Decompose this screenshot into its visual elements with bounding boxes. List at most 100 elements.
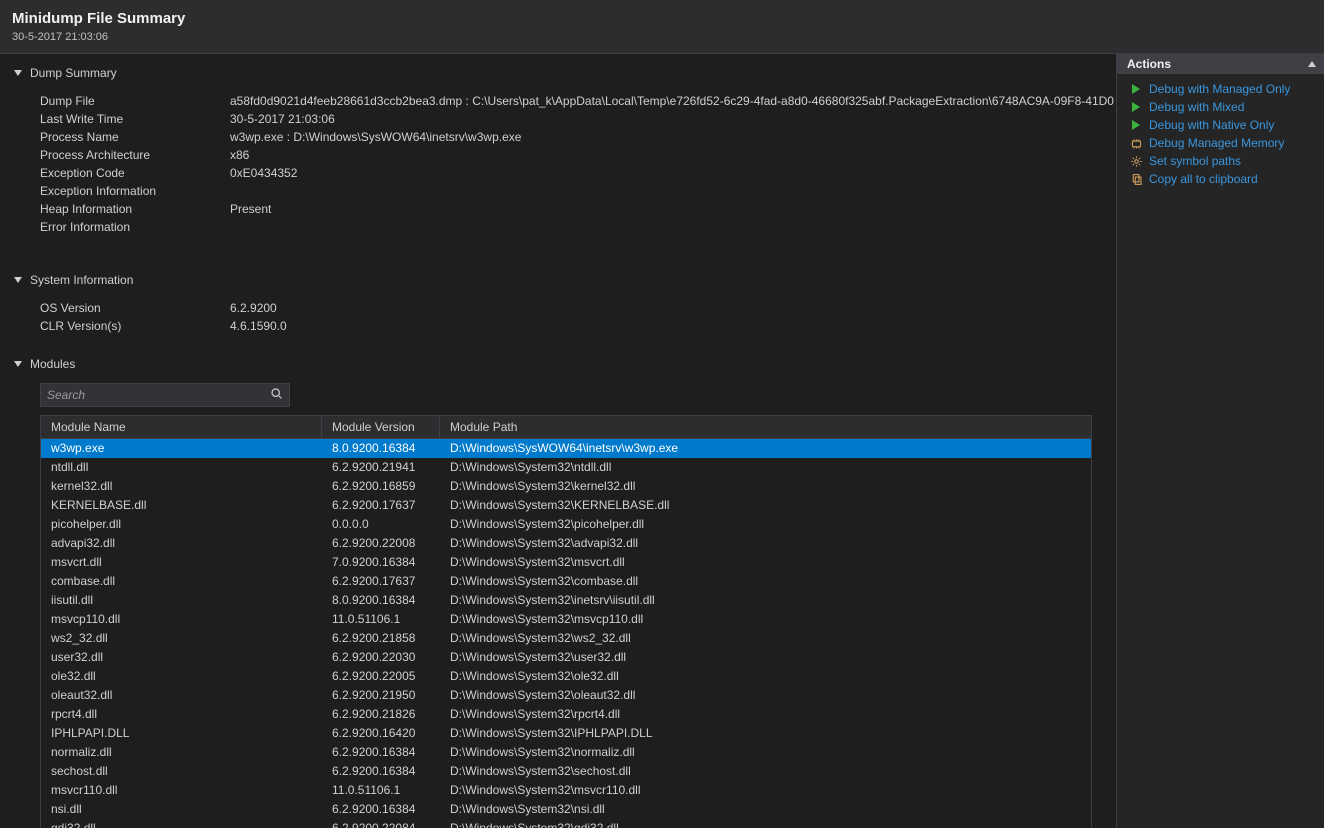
action-label: Debug with Native Only xyxy=(1149,118,1274,132)
cell-module-path: D:\Windows\System32\ole32.dll xyxy=(440,667,1091,686)
chevron-down-icon xyxy=(14,70,22,76)
memory-icon xyxy=(1129,137,1143,150)
table-row[interactable]: msvcp110.dll11.0.51106.1D:\Windows\Syste… xyxy=(41,610,1091,629)
cell-module-path: D:\Windows\System32\nsi.dll xyxy=(440,800,1091,819)
cell-module-name: IPHLPAPI.DLL xyxy=(41,724,322,743)
table-row[interactable]: oleaut32.dll6.2.9200.21950D:\Windows\Sys… xyxy=(41,686,1091,705)
table-row[interactable]: kernel32.dll6.2.9200.16859D:\Windows\Sys… xyxy=(41,477,1091,496)
cell-module-version: 6.2.9200.17637 xyxy=(322,496,440,515)
table-row[interactable]: ole32.dll6.2.9200.22005D:\Windows\System… xyxy=(41,667,1091,686)
table-row[interactable]: combase.dll6.2.9200.17637D:\Windows\Syst… xyxy=(41,572,1091,591)
table-row[interactable]: sechost.dll6.2.9200.16384D:\Windows\Syst… xyxy=(41,762,1091,781)
action-label: Debug with Mixed xyxy=(1149,100,1244,114)
section-title: Dump Summary xyxy=(30,66,117,80)
kv-row: CLR Version(s)4.6.1590.0 xyxy=(40,317,1116,335)
section-toggle-modules[interactable]: Modules xyxy=(0,353,1116,375)
cell-module-version: 6.2.9200.16384 xyxy=(322,800,440,819)
table-row[interactable]: ntdll.dll6.2.9200.21941D:\Windows\System… xyxy=(41,458,1091,477)
cell-module-path: D:\Windows\System32\IPHLPAPI.DLL xyxy=(440,724,1091,743)
kv-row: OS Version6.2.9200 xyxy=(40,299,1116,317)
cell-module-name: KERNELBASE.dll xyxy=(41,496,322,515)
kv-value: a58fd0d9021d4feeb28661d3ccb2bea3.dmp : C… xyxy=(230,92,1114,110)
action-label: Debug with Managed Only xyxy=(1149,82,1290,96)
kv-value: Present xyxy=(230,200,271,218)
cell-module-version: 6.2.9200.22030 xyxy=(322,648,440,667)
action-item[interactable]: Set symbol paths xyxy=(1117,152,1324,170)
cell-module-version: 7.0.9200.16384 xyxy=(322,553,440,572)
cell-module-name: iisutil.dll xyxy=(41,591,322,610)
actions-list: Debug with Managed Only Debug with Mixed D… xyxy=(1117,74,1324,194)
table-row[interactable]: ws2_32.dll6.2.9200.21858D:\Windows\Syste… xyxy=(41,629,1091,648)
action-label: Debug Managed Memory xyxy=(1149,136,1284,150)
section-toggle-system-info[interactable]: System Information xyxy=(0,269,1116,291)
actions-panel-header[interactable]: Actions xyxy=(1117,54,1324,74)
cell-module-name: msvcr110.dll xyxy=(41,781,322,800)
action-item[interactable]: Debug with Managed Only xyxy=(1117,80,1324,98)
kv-key: Exception Information xyxy=(40,182,230,200)
section-toggle-dump-summary[interactable]: Dump Summary xyxy=(0,62,1116,84)
kv-key: Last Write Time xyxy=(40,110,230,128)
header: Minidump File Summary 30-5-2017 21:03:06 xyxy=(0,0,1324,54)
kv-value: 4.6.1590.0 xyxy=(230,317,287,335)
kv-key: CLR Version(s) xyxy=(40,317,230,335)
action-item[interactable]: Debug with Native Only xyxy=(1117,116,1324,134)
kv-row: Exception Code0xE0434352 xyxy=(40,164,1116,182)
table-row[interactable]: gdi32.dll6.2.9200.22084D:\Windows\System… xyxy=(41,819,1091,828)
cell-module-name: ws2_32.dll xyxy=(41,629,322,648)
table-row[interactable]: msvcrt.dll7.0.9200.16384D:\Windows\Syste… xyxy=(41,553,1091,572)
action-item[interactable]: Debug Managed Memory xyxy=(1117,134,1324,152)
search-input[interactable] xyxy=(47,388,270,402)
column-header-module-path[interactable]: Module Path xyxy=(440,416,1091,438)
table-row[interactable]: picohelper.dll0.0.0.0D:\Windows\System32… xyxy=(41,515,1091,534)
cell-module-version: 8.0.9200.16384 xyxy=(322,591,440,610)
cell-module-path: D:\Windows\System32\user32.dll xyxy=(440,648,1091,667)
cell-module-path: D:\Windows\System32\KERNELBASE.dll xyxy=(440,496,1091,515)
action-item[interactable]: Copy all to clipboard xyxy=(1117,170,1324,188)
cell-module-path: D:\Windows\System32\sechost.dll xyxy=(440,762,1091,781)
table-row[interactable]: normaliz.dll6.2.9200.16384D:\Windows\Sys… xyxy=(41,743,1091,762)
cell-module-version: 6.2.9200.21950 xyxy=(322,686,440,705)
cell-module-name: oleaut32.dll xyxy=(41,686,322,705)
table-row[interactable]: iisutil.dll8.0.9200.16384D:\Windows\Syst… xyxy=(41,591,1091,610)
cell-module-name: gdi32.dll xyxy=(41,819,322,828)
cell-module-version: 0.0.0.0 xyxy=(322,515,440,534)
table-row[interactable]: w3wp.exe8.0.9200.16384D:\Windows\SysWOW6… xyxy=(41,439,1091,458)
table-row[interactable]: nsi.dll6.2.9200.16384D:\Windows\System32… xyxy=(41,800,1091,819)
header-timestamp: 30-5-2017 21:03:06 xyxy=(12,31,1312,43)
kv-key: Dump File xyxy=(40,92,230,110)
column-header-module-name[interactable]: Module Name xyxy=(41,416,322,438)
cell-module-path: D:\Windows\System32\msvcr110.dll xyxy=(440,781,1091,800)
column-header-module-version[interactable]: Module Version xyxy=(322,416,440,438)
table-row[interactable]: KERNELBASE.dll6.2.9200.17637D:\Windows\S… xyxy=(41,496,1091,515)
cell-module-name: nsi.dll xyxy=(41,800,322,819)
cell-module-path: D:\Windows\System32\combase.dll xyxy=(440,572,1091,591)
table-row[interactable]: rpcrt4.dll6.2.9200.21826D:\Windows\Syste… xyxy=(41,705,1091,724)
section-title: Modules xyxy=(30,357,75,371)
search-box[interactable] xyxy=(40,383,290,407)
table-row[interactable]: user32.dll6.2.9200.22030D:\Windows\Syste… xyxy=(41,648,1091,667)
modules-content: Module Name Module Version Module Path w… xyxy=(0,375,1116,828)
action-label: Copy all to clipboard xyxy=(1149,172,1258,186)
kv-value: 0xE0434352 xyxy=(230,164,297,182)
table-header-row: Module Name Module Version Module Path xyxy=(41,416,1091,439)
cell-module-version: 6.2.9200.22005 xyxy=(322,667,440,686)
cell-module-name: msvcrt.dll xyxy=(41,553,322,572)
play-icon xyxy=(1129,102,1143,112)
table-row[interactable]: IPHLPAPI.DLL6.2.9200.16420D:\Windows\Sys… xyxy=(41,724,1091,743)
cell-module-name: ntdll.dll xyxy=(41,458,322,477)
cell-module-version: 6.2.9200.16420 xyxy=(322,724,440,743)
kv-row: Process Namew3wp.exe : D:\Windows\SysWOW… xyxy=(40,128,1116,146)
dump-summary-hscroll[interactable] xyxy=(40,254,1102,255)
search-icon[interactable] xyxy=(270,387,283,403)
cell-module-name: user32.dll xyxy=(41,648,322,667)
kv-value: w3wp.exe : D:\Windows\SysWOW64\inetsrv\w… xyxy=(230,128,521,146)
table-row[interactable]: advapi32.dll6.2.9200.22008D:\Windows\Sys… xyxy=(41,534,1091,553)
chevron-down-icon xyxy=(14,361,22,367)
cell-module-path: D:\Windows\System32\inetsrv\iisutil.dll xyxy=(440,591,1091,610)
cell-module-version: 6.2.9200.21858 xyxy=(322,629,440,648)
cell-module-path: D:\Windows\System32\msvcp110.dll xyxy=(440,610,1091,629)
table-row[interactable]: msvcr110.dll11.0.51106.1D:\Windows\Syste… xyxy=(41,781,1091,800)
cell-module-name: normaliz.dll xyxy=(41,743,322,762)
cell-module-path: D:\Windows\System32\oleaut32.dll xyxy=(440,686,1091,705)
action-item[interactable]: Debug with Mixed xyxy=(1117,98,1324,116)
